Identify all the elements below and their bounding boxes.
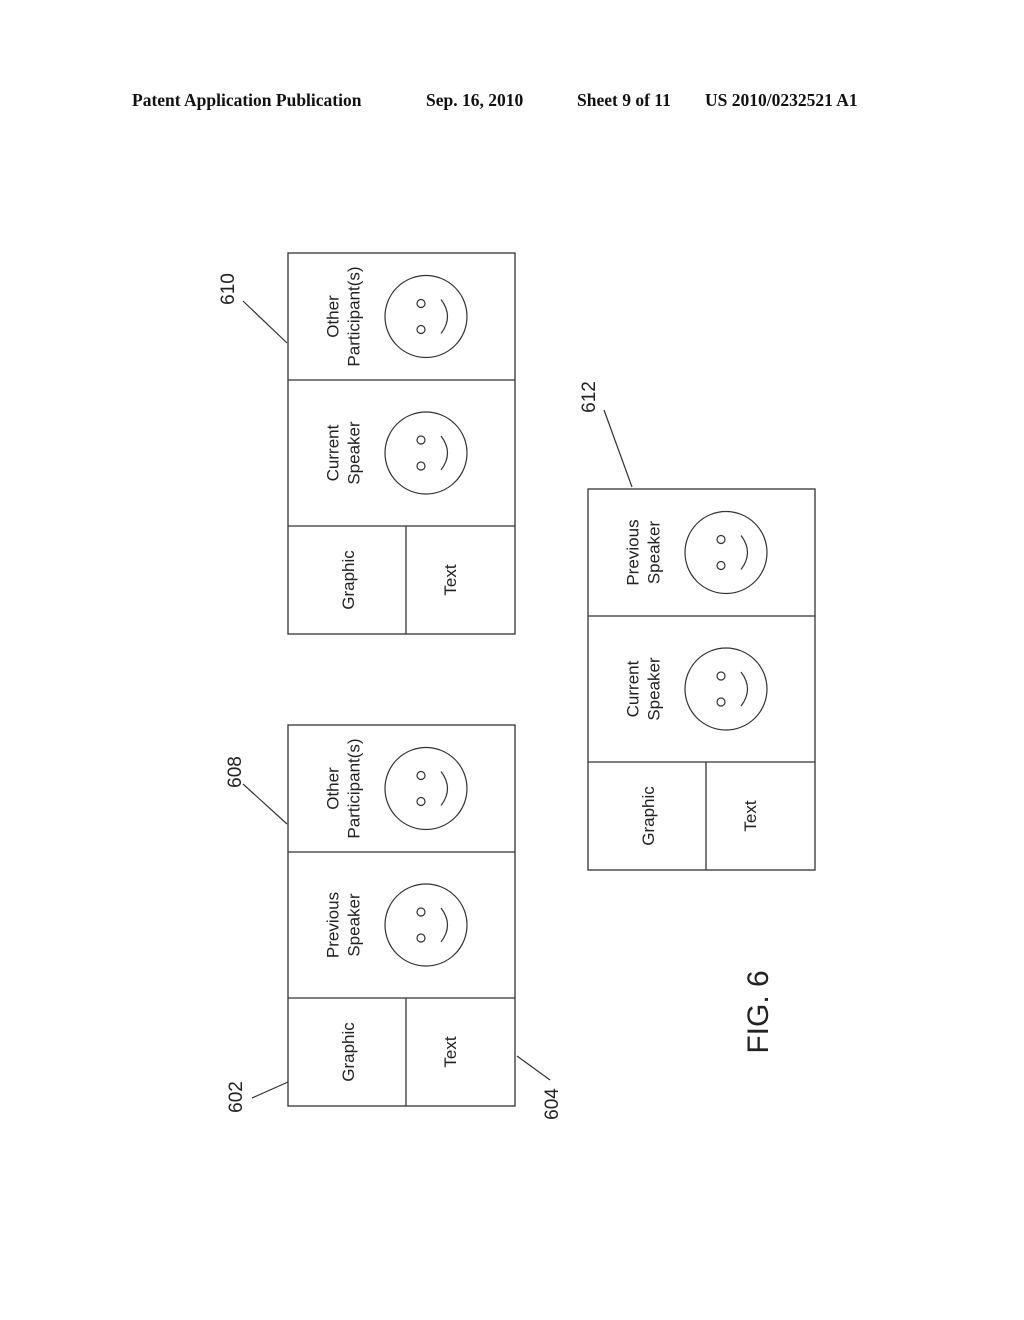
panel-label-top-line: Participant(s) [345, 738, 364, 838]
panel-label-graphic-line: Graphic [339, 1022, 358, 1082]
panel-label-top-line: Previous [624, 519, 643, 585]
panel-label-top: Other Participant(s) [324, 738, 364, 838]
eye [716, 671, 726, 681]
face-outline [384, 411, 468, 495]
eye [416, 907, 426, 917]
eye [416, 298, 426, 309]
reference-numeral-604: 604 [516, 1055, 563, 1120]
panel-label-text-line: Text [441, 1036, 460, 1067]
panel-label-middle: Previous Speaker [324, 892, 364, 958]
face-outline [684, 647, 768, 731]
panel-label-middle: Current Speaker [624, 657, 664, 721]
panel-label-middle-line: Current [324, 424, 343, 481]
leader-line [242, 783, 288, 825]
panel-label-top: Previous Speaker [624, 519, 664, 585]
figure-drawing: Other Participant(s)Previous SpeakerGraphi… [218, 252, 816, 1120]
panel-label-text: Text [741, 800, 760, 831]
panel-label-graphic-line: Graphic [639, 786, 658, 846]
panel-label-middle-line: Speaker [345, 893, 364, 957]
leader-line [516, 1055, 551, 1081]
screen-frame [287, 252, 516, 635]
reference-label: 610 [218, 273, 239, 305]
reference-label: 604 [542, 1088, 563, 1120]
layout-a: Other Participant(s) Previous Speaker Graphi… [287, 724, 516, 1107]
eye [416, 435, 426, 445]
panel-label-top-line: Speaker [645, 521, 664, 585]
panel-label-top-line: Participant(s) [345, 266, 364, 366]
face-outline [384, 274, 468, 359]
smiley-face-icon [384, 883, 468, 967]
smile [440, 907, 449, 943]
face-outline [384, 746, 468, 831]
reference-numeral-602: 602 [226, 1081, 289, 1113]
eye [716, 560, 726, 571]
face-outline [684, 510, 768, 595]
smile [440, 771, 449, 806]
eye [416, 324, 426, 335]
eye [416, 770, 426, 781]
panel-label-text-line: Text [441, 564, 460, 595]
reference-numeral-608: 608 [225, 756, 288, 825]
smiley-face-icon [384, 411, 468, 495]
panel-label-middle-line: Speaker [345, 421, 364, 485]
smiley-face-icon [684, 647, 768, 731]
figure-label: FIG. 6 [742, 970, 775, 1053]
eye [716, 697, 726, 707]
reference-numeral-612: 612 [579, 381, 633, 488]
smiley-face-icon [384, 746, 468, 831]
panel-label-middle: Current Speaker [324, 421, 364, 485]
smile [440, 299, 449, 334]
panel-label-text-line: Text [741, 800, 760, 831]
panel-label-top-line: Other [324, 295, 343, 338]
reference-label: 608 [225, 756, 246, 788]
panel-label-text: Text [441, 1036, 460, 1067]
panel-label-graphic: Graphic [339, 550, 358, 610]
eye [416, 933, 426, 943]
smile [740, 671, 749, 707]
panel-label-middle-line: Speaker [645, 657, 664, 721]
layout-c: Previous SpeakerCurrent SpeakerGraphic Text [587, 488, 816, 871]
leader-line [242, 300, 288, 344]
eye [716, 534, 726, 545]
smiley-face-icon [684, 510, 768, 595]
smile [740, 535, 749, 570]
leader-line [251, 1081, 289, 1099]
screen-frame [287, 724, 516, 1107]
panel-label-graphic-line: Graphic [339, 550, 358, 610]
eye [416, 796, 426, 807]
screen-frame [587, 488, 816, 871]
panel-label-graphic: Graphic [639, 786, 658, 846]
reference-label: 602 [226, 1081, 247, 1113]
reference-numeral-610: 610 [218, 273, 288, 344]
panel-label-top-line: Other [324, 767, 343, 810]
reference-label: 612 [579, 381, 600, 413]
panel-label-middle-line: Current [624, 660, 643, 717]
smile [440, 435, 449, 471]
panel-label-middle-line: Previous [324, 892, 343, 958]
panel-label-text: Text [441, 564, 460, 595]
smiley-face-icon [384, 274, 468, 359]
leader-line [603, 409, 633, 488]
eye [416, 461, 426, 471]
face-outline [384, 883, 468, 967]
panel-label-graphic: Graphic [339, 1022, 358, 1082]
layout-b: Other Participant(s) Current Speaker Graphic… [287, 252, 516, 635]
panel-label-top: Other Participant(s) [324, 266, 364, 366]
